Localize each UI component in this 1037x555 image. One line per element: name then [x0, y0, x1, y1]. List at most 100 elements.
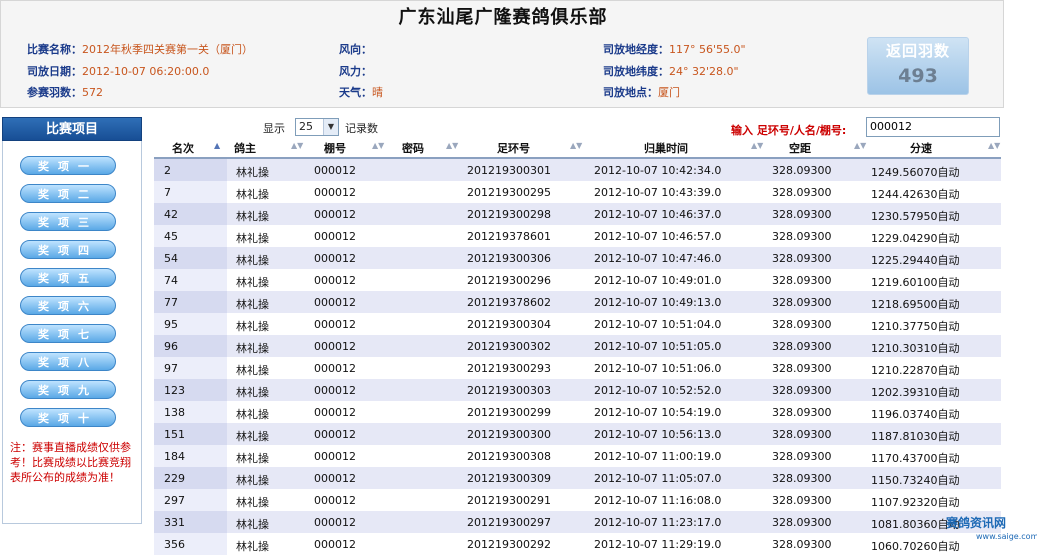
cell-ring-number: 201219300302: [467, 340, 551, 353]
table-row[interactable]: 97 林礼操 000012 201219300293 2012-10-07 10:51:…: [154, 357, 1001, 379]
column-header-loft[interactable]: 棚号: [324, 140, 346, 156]
prize-button-1[interactable]: 奖项一: [20, 156, 116, 175]
cell-rank: 138: [164, 406, 185, 419]
race-info-header: 广东汕尾广隆赛鸽俱乐部 比赛名称：2012年秋季四关赛第一关（厦门） 司放日期：…: [0, 0, 1004, 108]
returned-count-value: 493: [898, 65, 938, 87]
sort-icon[interactable]: ▲▼: [854, 141, 866, 150]
watermark-logo: 赛鸽资讯网: [946, 516, 1007, 530]
cell-loft: 000012: [314, 494, 356, 507]
sort-icon[interactable]: ▲▼: [291, 141, 303, 150]
entries-count: 参赛羽数：572: [27, 86, 103, 99]
prize-button-5[interactable]: 奖项五: [20, 268, 116, 287]
table-row[interactable]: 331 林礼操 000012 201219300297 2012-10-07 11:23…: [154, 511, 1001, 533]
prize-button-6[interactable]: 奖项六: [20, 296, 116, 315]
sort-icon[interactable]: ▲▼: [751, 141, 763, 150]
sidebar-title: 比赛项目: [2, 117, 142, 141]
column-header-distance[interactable]: 空距: [789, 140, 811, 156]
cell-owner: 林礼操: [236, 408, 269, 421]
cell-owner: 林礼操: [236, 276, 269, 289]
cell-owner: 林礼操: [236, 364, 269, 377]
chevron-down-icon[interactable]: ▼: [323, 119, 338, 135]
table-row[interactable]: 45 林礼操 000012 201219378601 2012-10-07 10:46:…: [154, 225, 1001, 247]
cell-arrival-time: 2012-10-07 10:52:52.0: [594, 384, 722, 397]
table-row[interactable]: 297 林礼操 000012 201219300291 2012-10-07 11:16…: [154, 489, 1001, 511]
cell-distance: 328.09300: [772, 516, 832, 529]
table-row[interactable]: 2 林礼操 000012 201219300301 2012-10-07 10:42:3…: [154, 159, 1001, 181]
sort-asc-icon[interactable]: ▲: [214, 141, 220, 150]
page-size-select[interactable]: 25 ▼: [295, 118, 339, 136]
cell-speed: 1219.60100自动: [871, 276, 960, 289]
cell-distance: 328.09300: [772, 252, 832, 265]
cell-loft: 000012: [314, 450, 356, 463]
column-header-owner[interactable]: 鸽主: [234, 140, 256, 156]
cell-owner: 林礼操: [236, 232, 269, 245]
search-label: 输入 足环号/人名/棚号:: [731, 124, 847, 137]
cell-owner: 林礼操: [236, 188, 269, 201]
cell-owner: 林礼操: [236, 342, 269, 355]
table-row[interactable]: 54 林礼操 000012 201219300306 2012-10-07 10:47:…: [154, 247, 1001, 269]
table-row[interactable]: 123 林礼操 000012 201219300303 2012-10-07 10:52…: [154, 379, 1001, 401]
cell-arrival-time: 2012-10-07 10:47:46.0: [594, 252, 722, 265]
cell-ring-number: 201219300299: [467, 406, 551, 419]
cell-arrival-time: 2012-10-07 11:16:08.0: [594, 494, 722, 507]
table-row[interactable]: 184 林礼操 000012 201219300308 2012-10-07 11:00…: [154, 445, 1001, 467]
cell-arrival-time: 2012-10-07 10:42:34.0: [594, 164, 722, 177]
prize-button-7[interactable]: 奖项七: [20, 324, 116, 343]
cell-speed: 1230.57950自动: [871, 210, 960, 223]
cell-arrival-time: 2012-10-07 10:46:57.0: [594, 230, 722, 243]
cell-distance: 328.09300: [772, 494, 832, 507]
prize-button-2[interactable]: 奖项二: [20, 184, 116, 203]
search-input[interactable]: 000012: [866, 117, 1000, 137]
table-row[interactable]: 42 林礼操 000012 201219300298 2012-10-07 10:46:…: [154, 203, 1001, 225]
cell-rank: 331: [164, 516, 185, 529]
cell-rank: 95: [164, 318, 178, 331]
table-row[interactable]: 96 林礼操 000012 201219300302 2012-10-07 10:51:…: [154, 335, 1001, 357]
sort-icon[interactable]: ▲▼: [446, 141, 458, 150]
prize-button-10[interactable]: 奖项十: [20, 408, 116, 427]
cell-ring-number: 201219300303: [467, 384, 551, 397]
cell-owner: 林礼操: [236, 430, 269, 443]
table-row[interactable]: 229 林礼操 000012 201219300309 2012-10-07 11:05…: [154, 467, 1001, 489]
column-header-rank[interactable]: 名次: [172, 140, 194, 156]
cell-speed: 1229.04290自动: [871, 232, 960, 245]
cell-distance: 328.09300: [772, 538, 832, 551]
column-header-speed[interactable]: 分速: [910, 140, 932, 156]
cell-distance: 328.09300: [772, 164, 832, 177]
cell-ring-number: 201219300304: [467, 318, 551, 331]
cell-ring-number: 201219300293: [467, 362, 551, 375]
table-row[interactable]: 7 林礼操 000012 201219300295 2012-10-07 10:43:3…: [154, 181, 1001, 203]
prize-button-8[interactable]: 奖项八: [20, 352, 116, 371]
cell-speed: 1060.70260自动: [871, 540, 960, 553]
sort-icon[interactable]: ▲▼: [372, 141, 384, 150]
column-header-arrival-time[interactable]: 归巢时间: [644, 140, 688, 156]
prize-button-9[interactable]: 奖项九: [20, 380, 116, 399]
sort-icon[interactable]: ▲▼: [570, 141, 582, 150]
cell-speed: 1202.39310自动: [871, 386, 960, 399]
table-row[interactable]: 356 林礼操 000012 201219300292 2012-10-07 11:29…: [154, 533, 1001, 555]
table-row[interactable]: 77 林礼操 000012 201219378602 2012-10-07 10:49:…: [154, 291, 1001, 313]
cell-ring-number: 201219300292: [467, 538, 551, 551]
cell-rank: 184: [164, 450, 185, 463]
cell-ring-number: 201219300300: [467, 428, 551, 441]
prize-button-4[interactable]: 奖项四: [20, 240, 116, 259]
table-row[interactable]: 95 林礼操 000012 201219300304 2012-10-07 10:51:…: [154, 313, 1001, 335]
cell-owner: 林礼操: [236, 452, 269, 465]
cell-arrival-time: 2012-10-07 10:43:39.0: [594, 186, 722, 199]
cell-speed: 1170.43700自动: [871, 452, 960, 465]
table-row[interactable]: 151 林礼操 000012 201219300300 2012-10-07 10:56…: [154, 423, 1001, 445]
cell-loft: 000012: [314, 538, 356, 551]
column-header-password[interactable]: 密码: [402, 140, 424, 156]
cell-arrival-time: 2012-10-07 10:51:05.0: [594, 340, 722, 353]
prize-button-3[interactable]: 奖项三: [20, 212, 116, 231]
cell-speed: 1187.81030自动: [871, 430, 960, 443]
sort-icon[interactable]: ▲▼: [988, 141, 1000, 150]
cell-speed: 1249.56070自动: [871, 166, 960, 179]
returned-count-badge: 返回羽数 493: [867, 37, 969, 95]
table-row[interactable]: 74 林礼操 000012 201219300296 2012-10-07 10:49:…: [154, 269, 1001, 291]
cell-rank: 151: [164, 428, 185, 441]
cell-loft: 000012: [314, 428, 356, 441]
column-header-ring-number[interactable]: 足环号: [497, 140, 530, 156]
table-row[interactable]: 138 林礼操 000012 201219300299 2012-10-07 10:54…: [154, 401, 1001, 423]
cell-loft: 000012: [314, 274, 356, 287]
cell-ring-number: 201219300298: [467, 208, 551, 221]
